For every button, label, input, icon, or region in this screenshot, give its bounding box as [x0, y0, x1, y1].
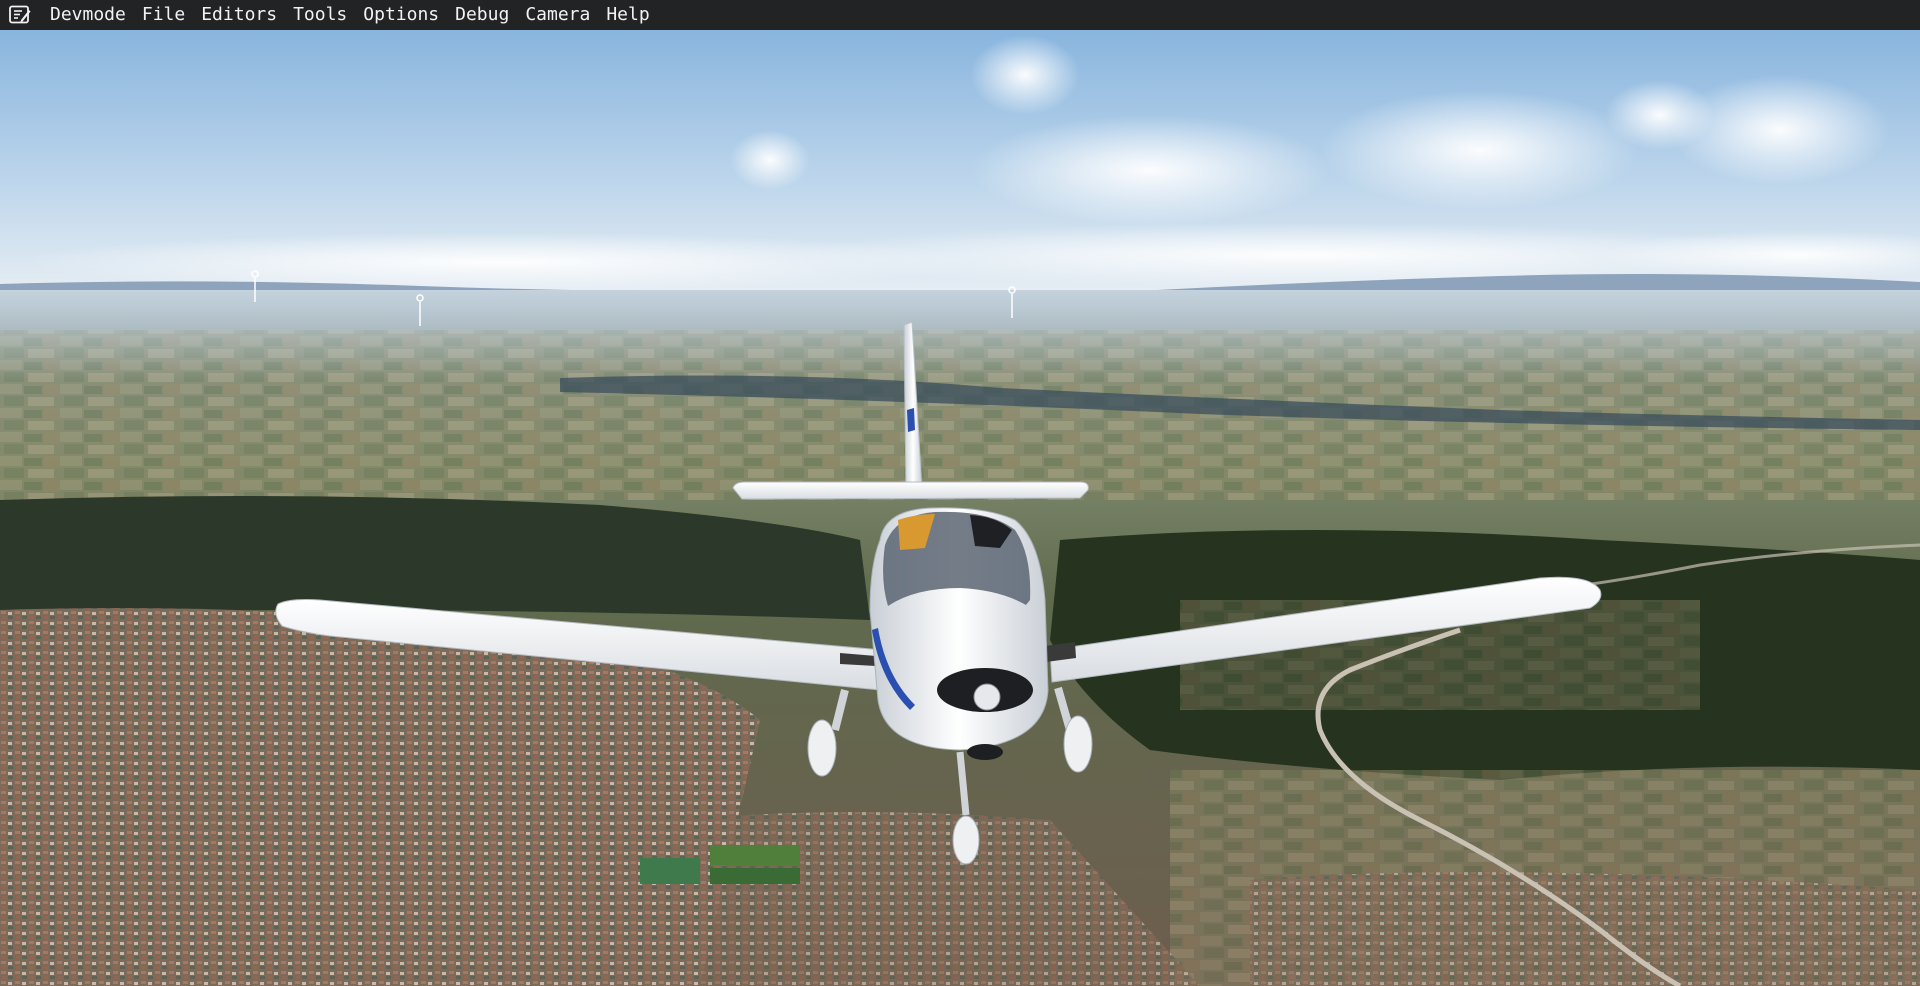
menu-options[interactable]: Options	[355, 0, 447, 30]
menu-camera[interactable]: Camera	[517, 0, 598, 30]
menu-editors[interactable]: Editors	[193, 0, 285, 30]
propeller-spinner	[973, 683, 1001, 711]
devmode-menubar: Devmode File Editors Tools Options Debug…	[0, 0, 1920, 30]
menu-debug[interactable]: Debug	[447, 0, 517, 30]
menu-file[interactable]: File	[134, 0, 193, 30]
menu-tools[interactable]: Tools	[285, 0, 355, 30]
flight-scene[interactable]	[0, 0, 1920, 986]
devmode-notepad-icon[interactable]	[8, 3, 32, 27]
game-viewport[interactable]: Devmode File Editors Tools Options Debug…	[0, 0, 1920, 986]
menu-help[interactable]: Help	[598, 0, 657, 30]
menu-devmode[interactable]: Devmode	[42, 0, 134, 30]
horizontal-stabilizer	[732, 481, 1089, 500]
